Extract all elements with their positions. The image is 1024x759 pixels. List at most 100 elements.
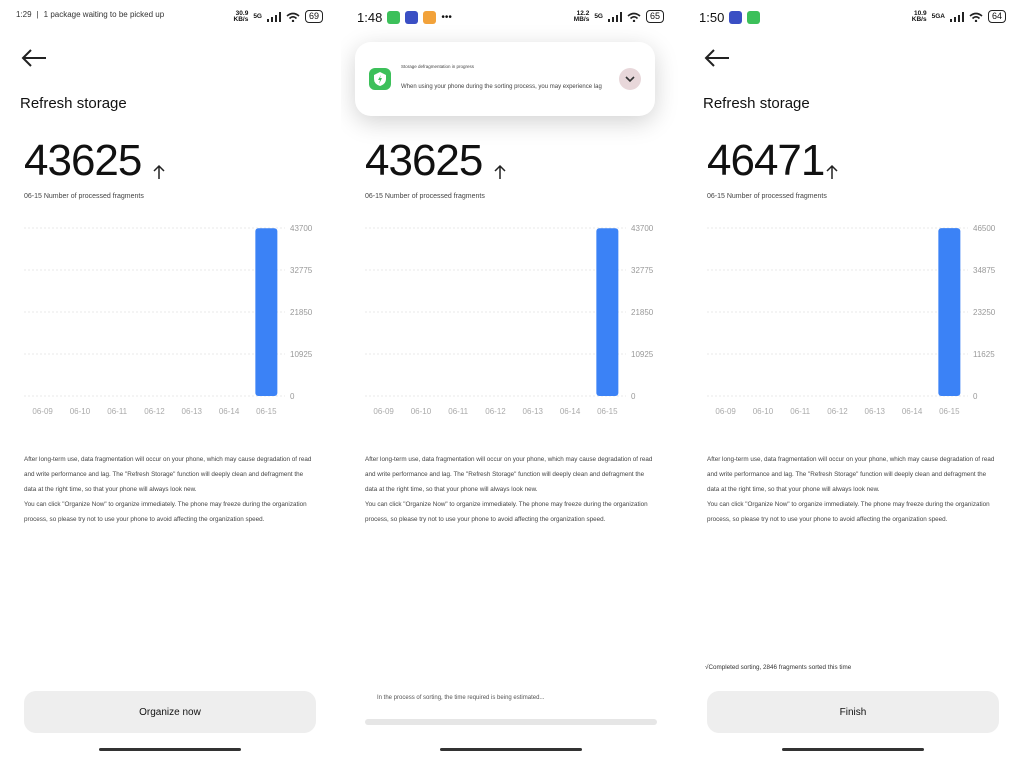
back-arrow-icon[interactable] <box>703 48 731 68</box>
y-tick-label: 32775 <box>631 266 654 275</box>
app-icon <box>729 11 743 24</box>
x-tick-label: 06-09 <box>373 407 394 416</box>
status-time: 1:29 <box>16 10 32 19</box>
x-tick-label: 06-09 <box>32 407 53 416</box>
storage-app-icon <box>369 68 391 90</box>
x-tick-label: 06-10 <box>70 407 91 416</box>
notification-card[interactable]: Storage defragmentation in progress When… <box>355 42 655 116</box>
app-icon <box>747 11 761 24</box>
fragment-count: 43625 <box>24 136 142 185</box>
description: After long-term use, data fragmentation … <box>24 452 316 527</box>
y-tick-label: 43700 <box>290 224 313 233</box>
x-tick-label: 06-09 <box>715 407 736 416</box>
x-tick-label: 06-15 <box>256 407 277 416</box>
home-indicator[interactable] <box>782 748 924 751</box>
app-icon <box>405 11 419 24</box>
network-speed: 10.9 KB/s <box>911 9 927 23</box>
status-notice: 1 package waiting to be picked up <box>43 10 165 19</box>
battery-indicator: 69 <box>304 10 323 23</box>
progress-text: In the process of sorting, the time requ… <box>377 695 545 701</box>
description-paragraph: After long-term use, data fragmentation … <box>707 456 995 493</box>
status-time: 1:50 <box>699 10 725 25</box>
x-tick-label: 06-14 <box>560 407 581 416</box>
x-tick-label: 06-13 <box>865 407 886 416</box>
page-title: Refresh storage <box>703 95 810 112</box>
network-type: 5G <box>253 12 262 20</box>
y-tick-label: 21850 <box>631 308 654 317</box>
completed-message: √Completed sorting, 2846 fragments sorte… <box>705 664 852 671</box>
up-arrow-icon <box>153 164 165 179</box>
status-bar: 1:29 | 1 package waiting to be picked up… <box>0 10 341 28</box>
back-arrow-icon[interactable] <box>20 48 48 68</box>
description-paragraph: After long-term use, data fragmentation … <box>365 456 653 493</box>
fragment-count: 46471 <box>707 136 825 185</box>
x-tick-label: 06-11 <box>448 407 468 416</box>
y-tick-label: 23250 <box>973 308 996 317</box>
description-paragraph: You can click "Organize Now" to organize… <box>365 501 648 523</box>
x-tick-label: 06-14 <box>219 407 240 416</box>
progress-bar <box>365 719 657 725</box>
bar-chart: 46500 34875 23250 11625 0 06-09 06-10 06-11 06-1… <box>707 224 996 416</box>
description-paragraph: You can click "Organize Now" to organize… <box>707 501 990 523</box>
home-indicator[interactable] <box>99 748 241 751</box>
y-tick-label: 0 <box>290 392 295 401</box>
chart-subtitle: 06-15 Number of processed fragments <box>24 193 144 200</box>
status-bar: 1:48 ••• 12.2 MB/s 5G 65 <box>341 10 682 28</box>
screen-organize: 1:29 | 1 package waiting to be picked up… <box>0 0 341 759</box>
description-paragraph: After long-term use, data fragmentation … <box>24 456 312 493</box>
x-tick-label: 06-13 <box>523 407 544 416</box>
network-type: 5G <box>594 12 603 20</box>
bar-chart: 43700 32775 21850 10925 0 06-09 06-10 06-11 06-1… <box>365 224 654 416</box>
battery-indicator: 64 <box>987 10 1006 23</box>
home-indicator[interactable] <box>440 748 582 751</box>
chevron-down-icon[interactable] <box>619 68 641 90</box>
up-arrow-icon <box>826 164 838 179</box>
description-paragraph: You can click "Organize Now" to organize… <box>24 501 307 523</box>
x-tick-label: 06-13 <box>182 407 203 416</box>
x-tick-label: 06-10 <box>753 407 774 416</box>
y-tick-label: 11625 <box>973 350 995 359</box>
screen-in-progress: 1:48 ••• 12.2 MB/s 5G 65 Storage defragm… <box>341 0 682 759</box>
description: After long-term use, data fragmentation … <box>365 452 657 527</box>
status-bar: 1:50 10.9 KB/s 5GA 64 <box>683 10 1024 28</box>
y-tick-label: 34875 <box>973 266 996 275</box>
network-type: 5GA <box>931 12 945 20</box>
notification-body: When using your phone during the sorting… <box>401 84 602 90</box>
signal-icon <box>949 11 964 22</box>
wifi-icon <box>627 12 641 22</box>
page-title: Refresh storage <box>20 95 127 112</box>
y-tick-label: 21850 <box>290 308 313 317</box>
chart-subtitle: 06-15 Number of processed fragments <box>707 193 827 200</box>
network-speed: 30.9 KB/s <box>233 9 249 23</box>
y-tick-label: 43700 <box>631 224 654 233</box>
bar <box>596 228 619 396</box>
x-tick-label: 06-15 <box>939 407 960 416</box>
bar <box>255 228 278 396</box>
x-tick-label: 06-14 <box>902 407 923 416</box>
wifi-icon <box>969 12 983 22</box>
y-tick-label: 0 <box>973 392 978 401</box>
x-tick-label: 06-11 <box>107 407 127 416</box>
x-tick-label: 06-12 <box>144 407 165 416</box>
x-tick-label: 06-11 <box>790 407 810 416</box>
screen-finished: 1:50 10.9 KB/s 5GA 64 Refresh storage 46… <box>683 0 1024 759</box>
app-icon <box>387 11 401 24</box>
battery-indicator: 65 <box>645 10 664 23</box>
y-tick-label: 0 <box>631 392 636 401</box>
y-tick-label: 10925 <box>631 350 654 359</box>
wifi-icon <box>286 12 300 22</box>
x-tick-label: 06-15 <box>597 407 618 416</box>
signal-icon <box>607 11 622 22</box>
status-time: 1:48 <box>357 10 383 25</box>
x-tick-label: 06-12 <box>485 407 506 416</box>
finish-button[interactable]: Finish <box>707 691 999 733</box>
x-tick-label: 06-12 <box>827 407 848 416</box>
y-tick-label: 32775 <box>290 266 313 275</box>
up-arrow-icon <box>494 164 506 179</box>
description: After long-term use, data fragmentation … <box>707 452 999 527</box>
bar <box>938 228 961 396</box>
organize-now-button[interactable]: Organize now <box>24 691 316 733</box>
y-tick-label: 46500 <box>973 224 996 233</box>
notification-title: Storage defragmentation in progress <box>401 64 475 69</box>
x-tick-label: 06-10 <box>411 407 432 416</box>
